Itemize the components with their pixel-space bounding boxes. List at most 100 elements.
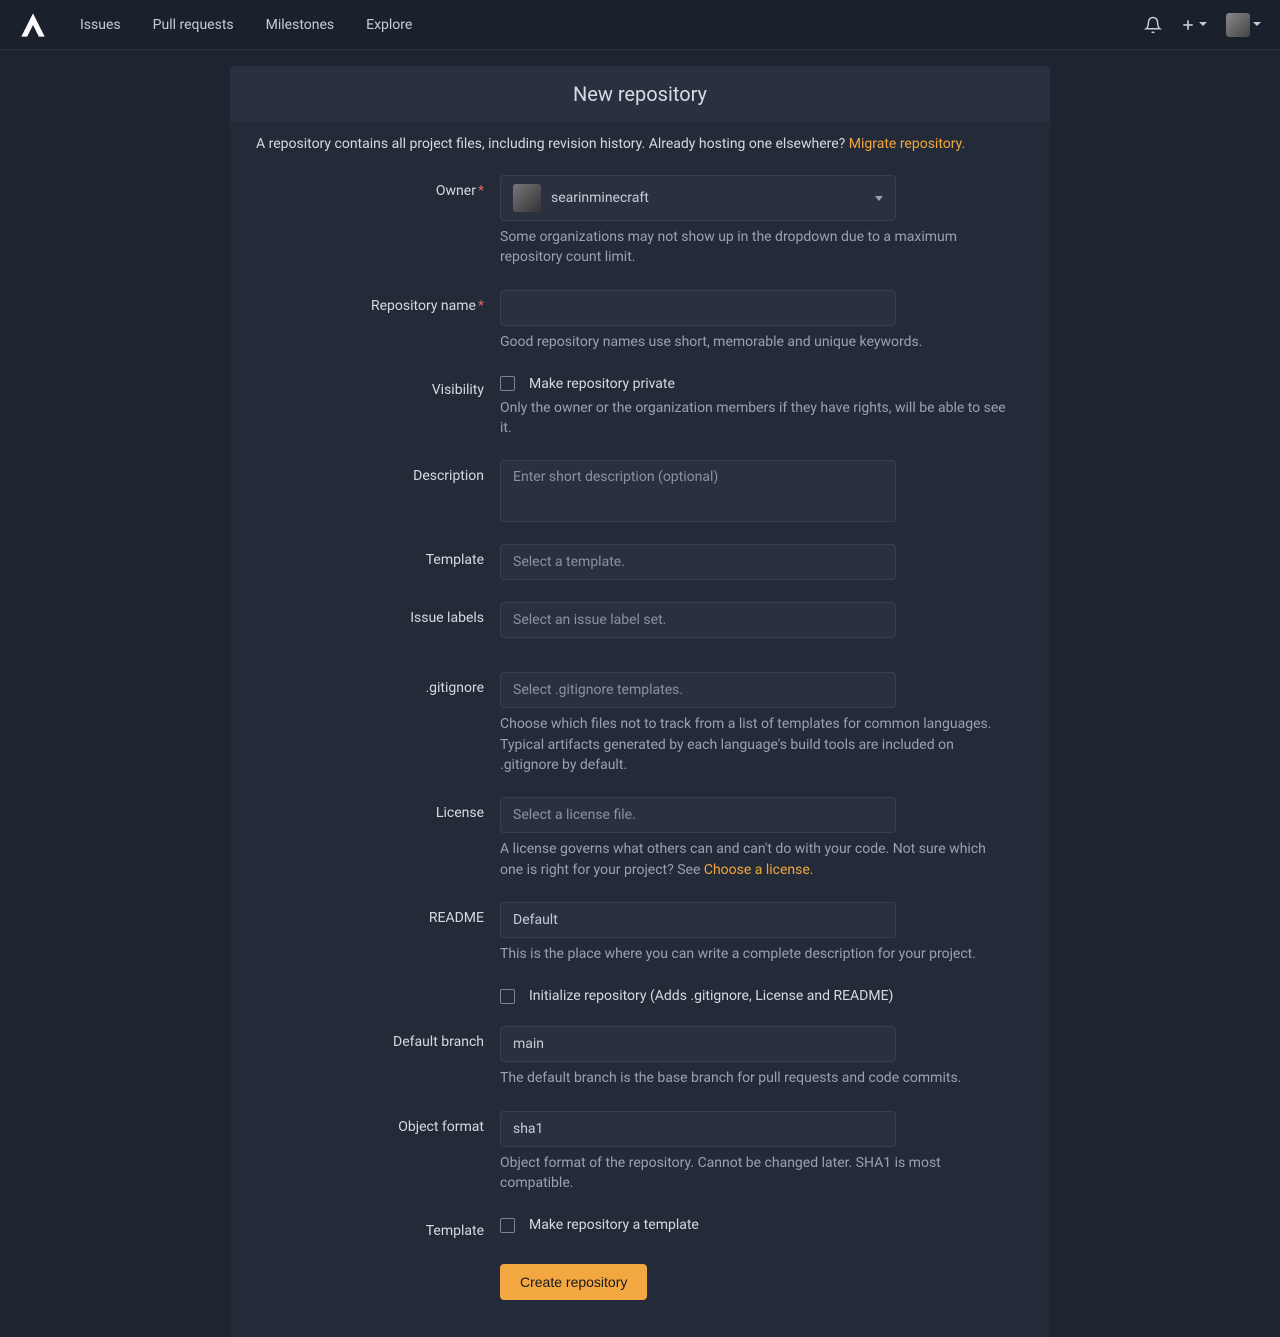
field-template-repo: Make repository a template [500,1215,1020,1233]
create-repository-button[interactable]: Create repository [500,1264,647,1300]
owner-help: Some organizations may not show up in th… [500,227,1010,268]
navbar: Issues Pull requests Milestones Explore [0,0,1280,50]
row-object-format: Object format sha1 Object format of the … [256,1100,1024,1205]
intro-body: A repository contains all project files,… [256,136,849,152]
row-template-select: Template Select a template. [256,533,1024,591]
label-gitignore: .gitignore [256,672,500,696]
init-repo-checkbox-row: Initialize repository (Adds .gitignore, … [500,986,1020,1004]
row-submit: Create repository [256,1250,1024,1311]
label-owner-text: Owner [436,183,476,199]
readme-help: This is the place where you can write a … [500,944,1010,964]
description-placeholder: Enter short description (optional) [513,469,718,485]
label-repo-name-text: Repository name [371,298,476,314]
intro-text: A repository contains all project files,… [230,122,1050,160]
license-dropdown[interactable]: Select a license file. [500,797,896,833]
field-description: Enter short description (optional) [500,460,1020,522]
default-branch-help: The default branch is the base branch fo… [500,1068,1010,1088]
field-object-format: sha1 Object format of the repository. Ca… [500,1111,1020,1194]
create-menu[interactable] [1180,17,1208,33]
visibility-help: Only the owner or the organization membe… [500,398,1010,439]
field-submit: Create repository [500,1264,1020,1300]
user-menu[interactable] [1226,13,1262,37]
object-format-dropdown[interactable]: sha1 [500,1111,896,1147]
chevron-down-icon [1252,17,1262,33]
template-repo-checkbox-label[interactable]: Make repository a template [529,1217,699,1233]
row-issue-labels: Issue labels Select an issue label set. [256,591,1024,649]
template-placeholder: Select a template. [513,554,625,570]
row-license: License Select a license file. A license… [256,786,1024,891]
label-visibility: Visibility [256,374,500,398]
nav-pull-requests[interactable]: Pull requests [139,9,248,41]
choose-license-link[interactable]: Choose a license. [704,862,814,878]
row-description: Description Enter short description (opt… [256,449,1024,533]
label-owner: Owner* [256,175,500,199]
field-init-repo: Initialize repository (Adds .gitignore, … [500,986,1020,1004]
readme-dropdown[interactable]: Default [500,902,896,938]
field-owner: searinminecraft Some organizations may n… [500,175,1020,268]
field-default-branch: main The default branch is the base bran… [500,1026,1020,1088]
owner-avatar [513,184,541,212]
form-container: New repository A repository contains all… [230,66,1050,1337]
label-description: Description [256,460,500,484]
field-gitignore: Select .gitignore templates. Choose whic… [500,672,1020,775]
license-help: A license governs what others can and ca… [500,839,1010,880]
label-template-select: Template [256,544,500,568]
template-repo-checkbox[interactable] [500,1218,515,1233]
required-marker: * [478,183,484,199]
nav-milestones[interactable]: Milestones [252,9,349,41]
visibility-checkbox-row: Make repository private [500,374,1020,392]
label-object-format: Object format [256,1111,500,1135]
label-init-repo [256,986,500,994]
gitignore-placeholder: Select .gitignore templates. [513,682,683,698]
label-issue-labels: Issue labels [256,602,500,626]
notifications-icon[interactable] [1144,16,1162,34]
nav-explore[interactable]: Explore [352,9,426,41]
owner-dropdown[interactable]: searinminecraft [500,175,896,221]
label-license: License [256,797,500,821]
site-logo[interactable] [18,10,48,40]
row-init-repo: Initialize repository (Adds .gitignore, … [256,975,1024,1015]
navbar-right [1144,13,1262,37]
repo-name-help: Good repository names use short, memorab… [500,332,1010,352]
nav-issues[interactable]: Issues [66,9,135,41]
issue-labels-placeholder: Select an issue label set. [513,612,666,628]
label-default-branch: Default branch [256,1026,500,1050]
gitignore-dropdown[interactable]: Select .gitignore templates. [500,672,896,708]
private-checkbox-label[interactable]: Make repository private [529,376,675,392]
row-readme: README Default This is the place where y… [256,891,1024,975]
row-default-branch: Default branch main The default branch i… [256,1015,1024,1099]
label-readme: README [256,902,500,926]
label-template-repo: Template [256,1215,500,1239]
field-issue-labels: Select an issue label set. [500,602,1020,638]
user-avatar [1226,13,1250,37]
license-placeholder: Select a license file. [513,807,636,823]
init-repo-checkbox[interactable] [500,989,515,1004]
migrate-link[interactable]: Migrate repository. [849,136,965,152]
row-template-repo: Template Make repository a template [256,1204,1024,1250]
row-visibility: Visibility Make repository private Only … [256,363,1024,450]
owner-selected: searinminecraft [551,190,649,206]
issue-labels-dropdown[interactable]: Select an issue label set. [500,602,896,638]
chevron-down-icon [1198,17,1208,33]
private-checkbox[interactable] [500,376,515,391]
page-title: New repository [230,66,1050,122]
field-template-select: Select a template. [500,544,1020,580]
object-format-value: sha1 [513,1121,543,1137]
readme-value: Default [513,912,558,928]
template-repo-checkbox-row: Make repository a template [500,1215,1020,1233]
init-repo-checkbox-label[interactable]: Initialize repository (Adds .gitignore, … [529,988,893,1004]
label-repo-name: Repository name* [256,290,500,314]
gitignore-help: Choose which files not to track from a l… [500,714,1010,775]
new-repo-form: Owner* searinminecraft Some organization… [230,160,1050,1337]
required-marker: * [478,298,484,314]
default-branch-input[interactable]: main [500,1026,896,1062]
row-repo-name: Repository name* Good repository names u… [256,279,1024,363]
label-submit [256,1264,500,1272]
description-input[interactable]: Enter short description (optional) [500,460,896,522]
template-dropdown[interactable]: Select a template. [500,544,896,580]
chevron-down-icon [875,196,883,201]
row-gitignore: .gitignore Select .gitignore templates. … [256,661,1024,786]
repo-name-input[interactable] [500,290,896,326]
field-readme: Default This is the place where you can … [500,902,1020,964]
field-repo-name: Good repository names use short, memorab… [500,290,1020,352]
